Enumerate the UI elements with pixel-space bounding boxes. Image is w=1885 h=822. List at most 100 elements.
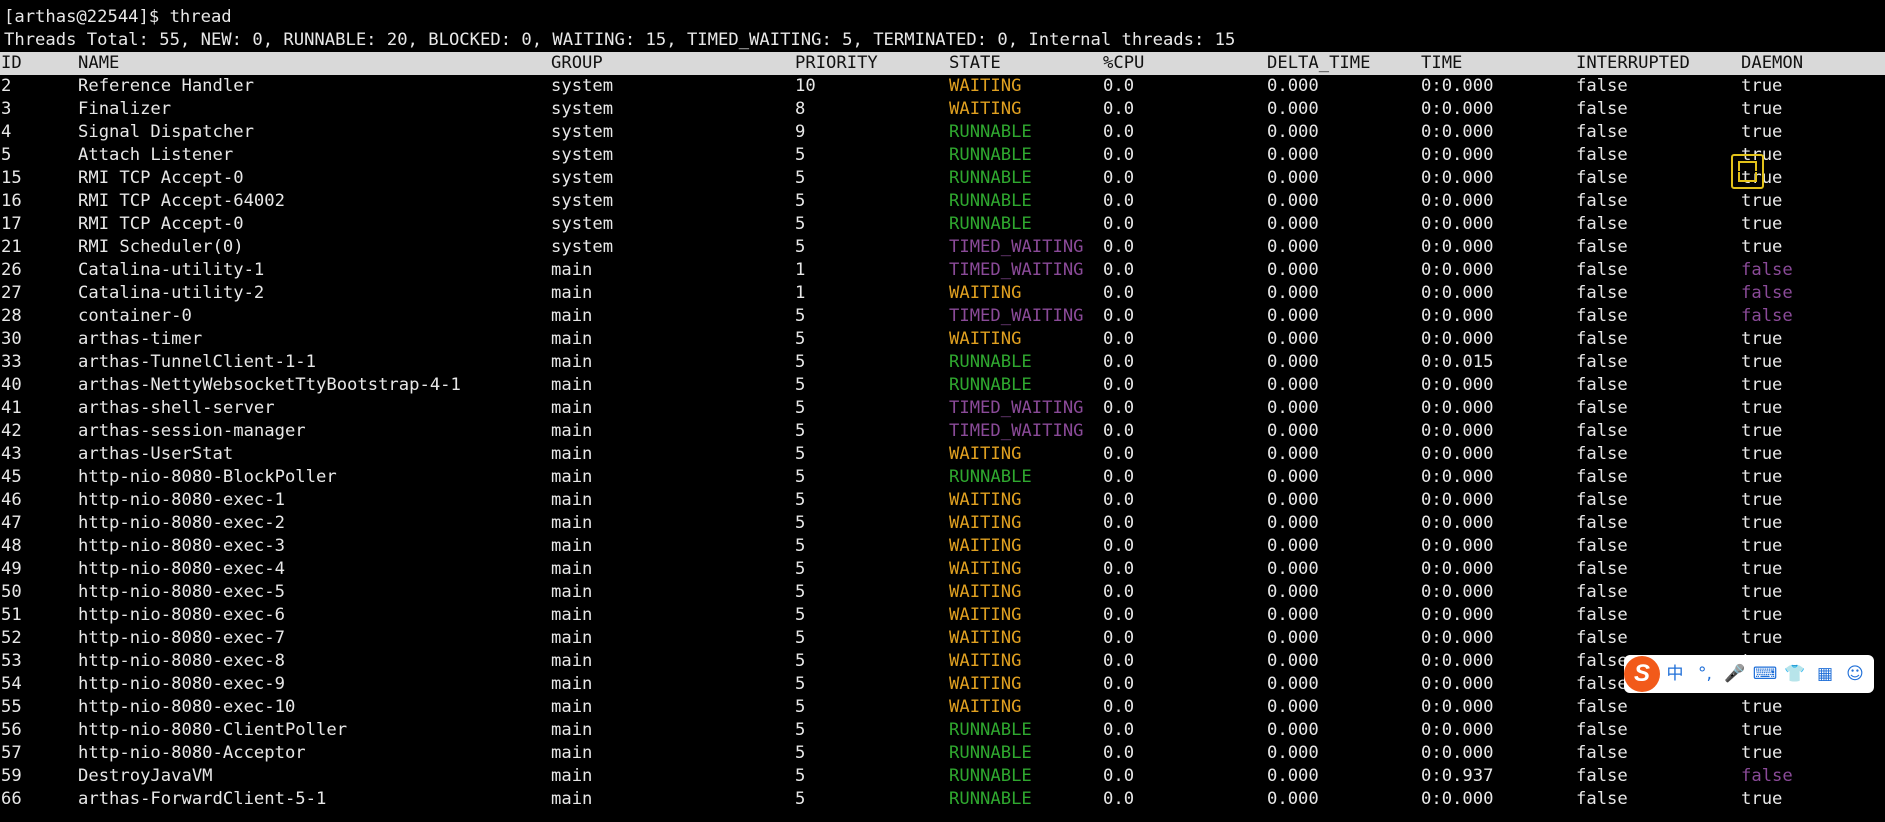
cell-delta-time: 0.000 [1267, 697, 1319, 717]
cell-priority: 5 [795, 536, 806, 556]
cell-group: main [551, 398, 593, 418]
screenshot-capture-marker[interactable] [1731, 154, 1764, 189]
chinese-mode-icon[interactable]: 中 [1660, 655, 1690, 693]
cell-priority: 5 [795, 605, 806, 625]
cell-daemon: true [1741, 237, 1783, 257]
col-group: GROUP [551, 53, 603, 73]
cell-interrupted: false [1576, 720, 1628, 740]
cell-time: 0:0.000 [1421, 605, 1494, 625]
cell-priority: 5 [795, 513, 806, 533]
cell-group: main [551, 352, 593, 372]
table-row: 41 arthas-shell-server main 5 TIMED_WAITING 0… [0, 397, 1885, 420]
cell-group: main [551, 559, 593, 579]
cell-state: RUNNABLE [949, 145, 1032, 165]
cell-name: http-nio-8080-BlockPoller [78, 467, 337, 487]
col-priority: PRIORITY [795, 53, 878, 73]
cell-daemon: true [1741, 329, 1783, 349]
ime-toolbar[interactable]: S 中 °, 🎤 ⌨ 👕 ▦ ☺ [1624, 655, 1874, 693]
cell-interrupted: false [1576, 789, 1628, 809]
col-delta-time: DELTA_TIME [1267, 53, 1371, 73]
cell-group: main [551, 306, 593, 326]
cell-time: 0:0.000 [1421, 329, 1494, 349]
cell-daemon: true [1741, 720, 1783, 740]
cell-name: http-nio-8080-exec-9 [78, 674, 285, 694]
cell-id: 30 [1, 329, 22, 349]
cell-cpu: 0.0 [1103, 582, 1135, 602]
cell-name: http-nio-8080-exec-6 [78, 605, 285, 625]
cell-name: Signal Dispatcher [78, 122, 254, 142]
cell-priority: 5 [795, 398, 806, 418]
cell-state: TIMED_WAITING [949, 421, 1084, 441]
cell-priority: 5 [795, 766, 806, 786]
cell-time: 0:0.000 [1421, 582, 1494, 602]
cell-time: 0:0.000 [1421, 76, 1494, 96]
cell-state: TIMED_WAITING [949, 237, 1084, 257]
keyboard-icon[interactable]: ⌨ [1750, 655, 1780, 693]
cell-id: 26 [1, 260, 22, 280]
cell-interrupted: false [1576, 237, 1628, 257]
cell-name: http-nio-8080-exec-2 [78, 513, 285, 533]
cell-time: 0:0.000 [1421, 628, 1494, 648]
cell-priority: 5 [795, 697, 806, 717]
skin-icon[interactable]: 👕 [1780, 655, 1810, 693]
cell-daemon: false [1741, 283, 1793, 303]
cell-state: WAITING [949, 559, 1022, 579]
table-row: 54 http-nio-8080-exec-9 main 5 WAITING 0.0 0.0… [0, 673, 1885, 696]
toolbox-icon[interactable]: ▦ [1810, 655, 1840, 693]
cell-interrupted: false [1576, 145, 1628, 165]
cell-id: 50 [1, 582, 22, 602]
cell-id: 28 [1, 306, 22, 326]
cell-daemon: true [1741, 605, 1783, 625]
terminal-output: [arthas@22544]$ thread Threads Total: 55… [0, 6, 1885, 811]
table-row: 4 Signal Dispatcher system 9 RUNNABLE 0.0 0.00… [0, 121, 1885, 144]
microphone-icon[interactable]: 🎤 [1720, 655, 1750, 693]
cell-name: http-nio-8080-ClientPoller [78, 720, 348, 740]
cell-cpu: 0.0 [1103, 214, 1135, 234]
cell-time: 0:0.015 [1421, 352, 1494, 372]
cell-daemon: true [1741, 352, 1783, 372]
cell-id: 15 [1, 168, 22, 188]
cell-delta-time: 0.000 [1267, 237, 1319, 257]
cell-name: http-nio-8080-exec-3 [78, 536, 285, 556]
cell-state: WAITING [949, 329, 1022, 349]
cell-time: 0:0.000 [1421, 168, 1494, 188]
cell-state: RUNNABLE [949, 789, 1032, 809]
cell-priority: 5 [795, 559, 806, 579]
table-row: 42 arthas-session-manager main 5 TIMED_WAITI… [0, 420, 1885, 443]
cell-time: 0:0.000 [1421, 306, 1494, 326]
emoji-icon[interactable]: ☺ [1840, 655, 1870, 693]
cell-name: DestroyJavaVM [78, 766, 213, 786]
table-row: 57 http-nio-8080-Acceptor main 5 RUNNABLE 0.0… [0, 742, 1885, 765]
cell-group: main [551, 697, 593, 717]
punctuation-icon[interactable]: °, [1690, 655, 1720, 693]
cell-daemon: true [1741, 122, 1783, 142]
cell-state: RUNNABLE [949, 766, 1032, 786]
cell-delta-time: 0.000 [1267, 674, 1319, 694]
cell-daemon: true [1741, 628, 1783, 648]
cell-group: main [551, 743, 593, 763]
cell-delta-time: 0.000 [1267, 421, 1319, 441]
table-row: 26 Catalina-utility-1 main 1 TIMED_WAITING 0.… [0, 259, 1885, 282]
cell-state: TIMED_WAITING [949, 398, 1084, 418]
cell-cpu: 0.0 [1103, 513, 1135, 533]
cell-daemon: true [1741, 490, 1783, 510]
sogou-logo-icon[interactable]: S [1624, 656, 1660, 692]
cell-cpu: 0.0 [1103, 697, 1135, 717]
cell-time: 0:0.000 [1421, 743, 1494, 763]
cell-time: 0:0.000 [1421, 674, 1494, 694]
table-row: 52 http-nio-8080-exec-7 main 5 WAITING 0.0 0.0… [0, 627, 1885, 650]
cell-state: RUNNABLE [949, 168, 1032, 188]
cell-id: 46 [1, 490, 22, 510]
cell-cpu: 0.0 [1103, 306, 1135, 326]
cell-delta-time: 0.000 [1267, 536, 1319, 556]
cell-state: RUNNABLE [949, 720, 1032, 740]
table-row: 51 http-nio-8080-exec-6 main 5 WAITING 0.0 0.0… [0, 604, 1885, 627]
cell-priority: 5 [795, 306, 806, 326]
cell-interrupted: false [1576, 214, 1628, 234]
cell-id: 52 [1, 628, 22, 648]
cell-daemon: false [1741, 306, 1793, 326]
cell-state: RUNNABLE [949, 467, 1032, 487]
table-row: 47 http-nio-8080-exec-2 main 5 WAITING 0.0 0.0… [0, 512, 1885, 535]
cell-time: 0:0.000 [1421, 214, 1494, 234]
cell-name: arthas-session-manager [78, 421, 306, 441]
